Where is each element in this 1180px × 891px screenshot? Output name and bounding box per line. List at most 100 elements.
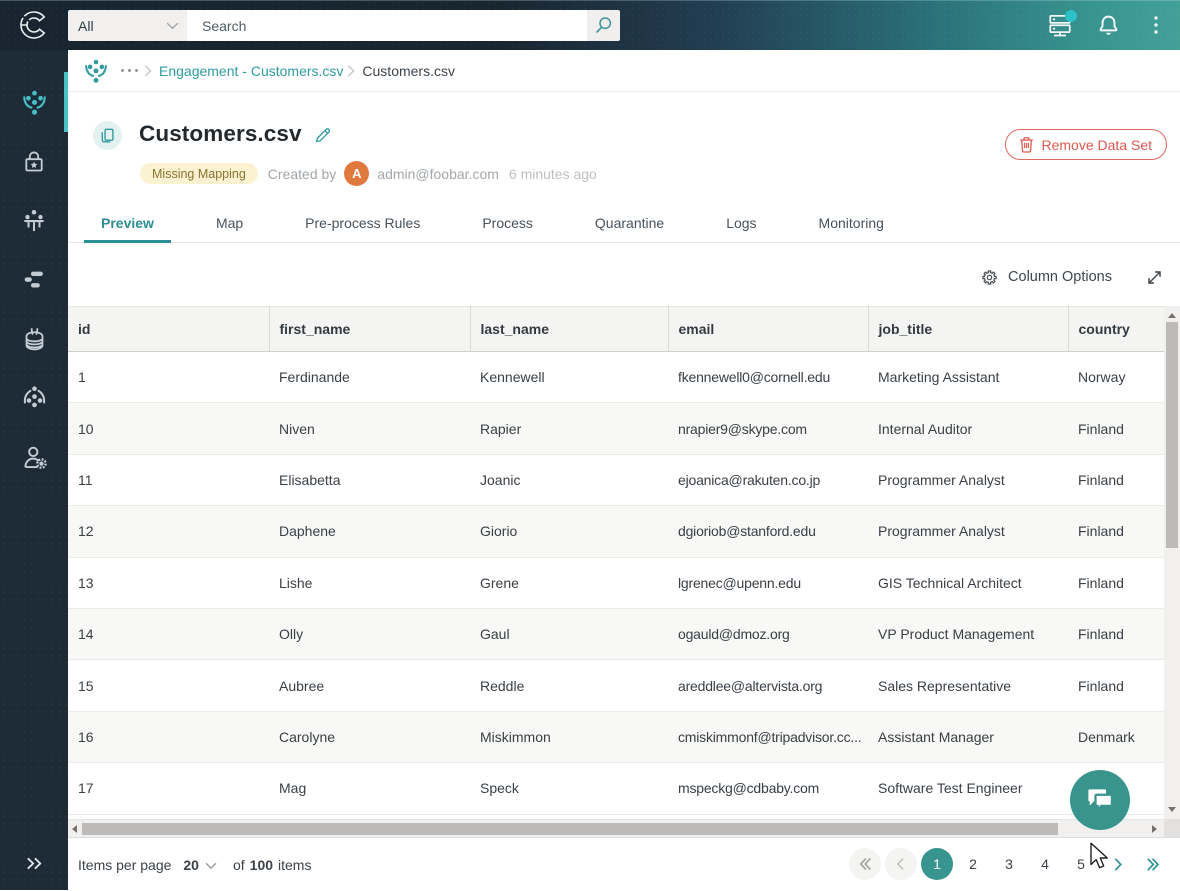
horizontal-scrollbar[interactable] [68,819,1164,837]
table-cell: ejoanica@rakuten.co.jp [668,454,868,507]
sidebar-item-governance[interactable] [0,137,68,185]
items-per-page-value[interactable]: 20 [183,857,199,873]
table-row[interactable]: 13 Lishe Grene lgrenec@upenn.edu GIS Technic… [68,557,1164,609]
table-cell: Mag [269,762,470,815]
notifications-button[interactable] [1094,11,1122,39]
table-row[interactable]: 1 Ferdinande Kennewell fkennewell0@cornell.… [68,351,1164,404]
page-button-3[interactable]: 3 [993,848,1025,880]
previous-page-button[interactable] [885,848,917,880]
created-by-label: Created by [267,165,337,182]
remove-dataset-button[interactable]: Remove Data Set [1004,129,1167,160]
table-cell: Rapier [470,402,668,455]
column-options-button[interactable]: Column Options [980,268,1112,287]
tab-pre-process-rules[interactable]: Pre-process Rules [288,205,437,242]
table-cell: Carolyne [269,711,470,764]
table-cell: 11 [68,454,269,507]
sidebar-item-management[interactable] [0,373,68,421]
chevron-down-icon[interactable] [205,862,217,870]
sidebar-item-administration[interactable] [0,433,68,481]
of-label: of [232,856,245,873]
remove-button-label: Remove Data Set [1041,136,1153,153]
trash-icon [1019,137,1033,153]
sidebar-item-integrations[interactable] [0,196,68,244]
page-buttons: 12345 [921,848,1097,880]
tab-monitoring[interactable]: Monitoring [802,205,901,242]
last-page-button[interactable] [1137,848,1169,880]
page-button-5[interactable]: 5 [1065,848,1097,880]
dataset-file-badge [93,121,122,150]
table-row[interactable]: 11 Elisabetta Joanic ejoanica@rakuten.co.jp… [68,454,1164,507]
table-cell: cmiskimmonf@tripadvisor.cc... [668,711,868,764]
table-row[interactable]: 14 Olly Gaul ogauld@dmoz.org VP Product Mana… [68,608,1164,661]
table-cell: Finland [1068,402,1164,455]
next-page-button[interactable] [1101,848,1133,880]
sidebar-expand-button[interactable] [0,842,68,884]
overflow-menu-button[interactable] [1142,11,1170,39]
pipeline-icon [24,209,44,231]
table-cell: Gaul [470,608,668,661]
table-row[interactable]: 15 Aubree Reddle areddlee@altervista.org Sal… [68,659,1164,712]
deployment-status-button[interactable] [1046,10,1077,39]
table-cell: 13 [68,557,269,609]
dataset-type-icon [85,59,107,83]
chevron-right-icon [144,65,152,77]
tab-logs[interactable]: Logs [709,205,773,242]
chat-support-button[interactable] [1070,770,1130,830]
vertical-scrollbar-thumb[interactable] [1166,322,1178,548]
main-content: Engagement - Customers.csv Customers.csv… [68,50,1180,890]
notification-dot [1065,10,1077,22]
sidebar-item-ingestion[interactable] [0,78,68,126]
table-row[interactable]: 16 Carolyne Miskimmon cmiskimmonf@tripadvis… [68,711,1164,764]
tab-quarantine[interactable]: Quarantine [578,205,681,242]
scroll-right-arrow-icon[interactable] [1152,825,1157,833]
table-cell: Software Test Engineer [868,762,1068,815]
vertical-scrollbar[interactable] [1164,306,1180,819]
page-button-4[interactable]: 4 [1029,848,1061,880]
scroll-down-arrow-icon[interactable] [1168,807,1176,812]
topbar-actions [1046,0,1170,50]
tab-process[interactable]: Process [465,205,550,242]
page-button-2[interactable]: 2 [957,848,989,880]
table-cell: areddlee@altervista.org [668,659,868,712]
table-cell: 17 [68,762,269,815]
table-row[interactable]: 12 Daphene Giorio dgioriob@stanford.edu Prog… [68,505,1164,558]
grid-toolbar: Column Options [980,257,1180,297]
app-logo[interactable] [0,0,68,50]
scroll-up-arrow-icon[interactable] [1168,313,1176,318]
tab-preview[interactable]: Preview [84,205,171,243]
search-scope-select[interactable]: All [68,10,187,41]
sidebar-item-catalog[interactable] [0,314,68,362]
page-title: Customers.csv [139,121,302,146]
tab-map[interactable]: Map [199,205,260,242]
table-body: 1 Ferdinande Kennewell fkennewell0@cornell.… [68,351,1164,815]
rules-icon [24,271,43,288]
table-cell: Norway [1068,351,1164,404]
catalog-icon [25,327,43,350]
first-page-button[interactable] [849,848,881,880]
column-header-first_name: first_name [269,306,471,352]
search-input[interactable] [187,10,587,41]
search-button[interactable] [587,10,620,41]
table-row[interactable]: 17 Mag Speck mspeckg@cdbaby.com Software Tes… [68,762,1164,815]
table-row[interactable]: 10 Niven Rapier nrapier9@skype.com Internal … [68,402,1164,455]
column-header-email: email [668,306,869,352]
created-time: 6 minutes ago [508,165,597,182]
table-cell: Niven [269,402,470,455]
table-cell: Aubree [269,659,470,712]
page-button-1[interactable]: 1 [921,848,953,880]
table-cell: Olly [269,608,470,661]
breadcrumb-parent-link[interactable]: Engagement - Customers.csv [159,63,343,79]
breadcrumb-ellipsis-button[interactable] [121,65,138,76]
sidebar-item-preparation[interactable] [0,255,68,303]
column-header-country: country [1068,306,1164,352]
table-cell: GIS Technical Architect [868,557,1068,609]
table-cell: VP Product Management [868,608,1068,661]
chevron-down-icon [166,22,179,30]
table-cell: 10 [68,402,269,455]
scroll-left-arrow-icon[interactable] [72,825,77,833]
edit-pencil-icon[interactable] [313,126,332,145]
horizontal-scrollbar-thumb[interactable] [82,823,1058,835]
table-cell: mspeckg@cdbaby.com [668,762,868,815]
ellipsis-dot [128,69,131,72]
expand-grid-button[interactable] [1145,268,1164,287]
